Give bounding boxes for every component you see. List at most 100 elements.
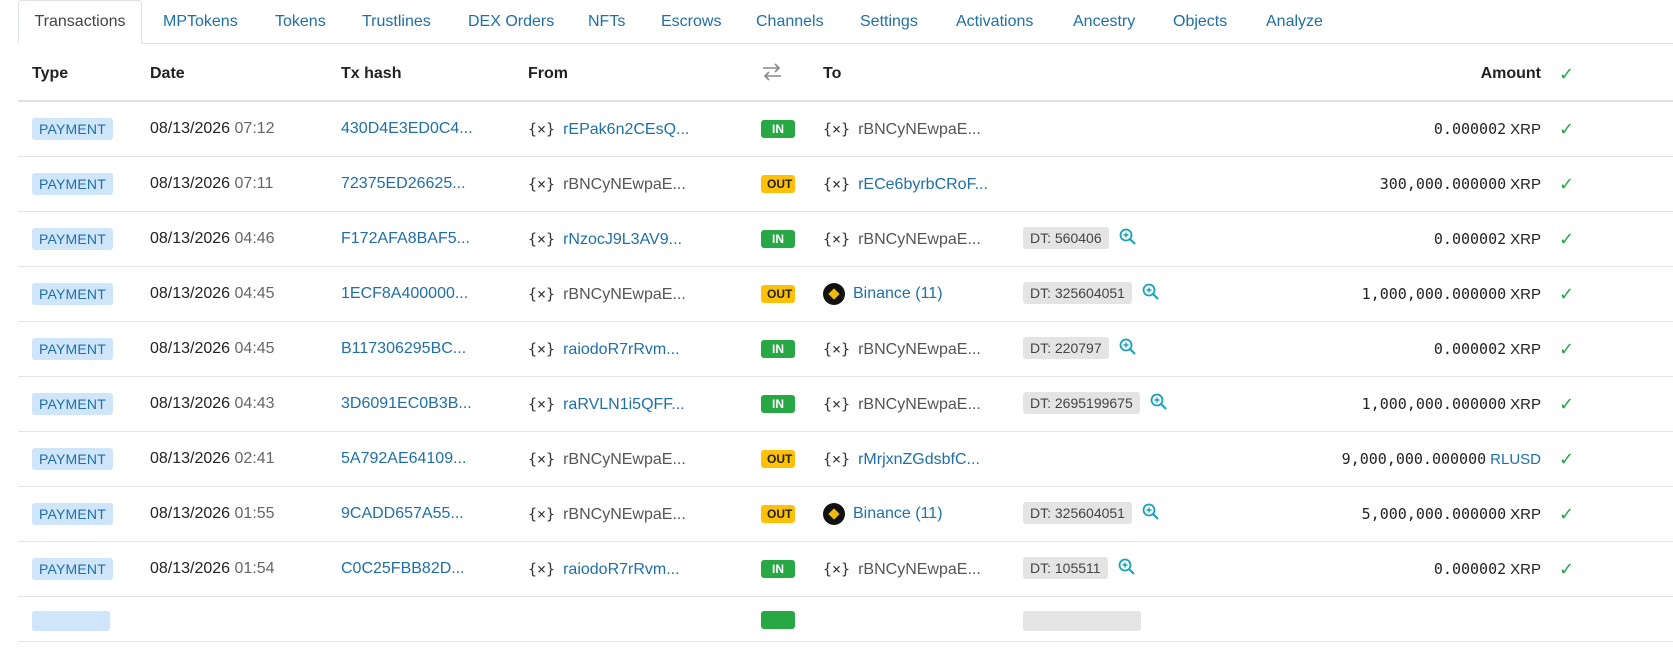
table-row: PAYMENT 08/13/2026 04:45 1ECF8A400000... {×… — [18, 266, 1673, 322]
to-address[interactable]: Binance (11) — [853, 285, 943, 302]
tx-hash-link[interactable]: F172AFA8BAF5... — [341, 230, 470, 247]
xrpl-address-icon: {×} — [823, 229, 851, 248]
magnifier-plus-icon[interactable] — [1142, 283, 1160, 306]
type-badge — [32, 611, 110, 631]
header-type: Type — [18, 48, 150, 102]
xrpl-address-icon: {×} — [823, 394, 851, 413]
checkmark-icon: ✓ — [1541, 266, 1673, 322]
to-address: rBNCyNEwpaE... — [858, 395, 981, 413]
tx-hash-link[interactable]: 430D4E3ED0C4... — [341, 120, 473, 137]
tab-dex-orders[interactable]: DEX Orders — [468, 0, 554, 44]
tx-hash-link[interactable]: 5A792AE64109... — [341, 450, 466, 467]
magnifier-plus-icon[interactable] — [1119, 228, 1137, 251]
direction-badge: OUT — [761, 175, 795, 193]
checkmark-icon: ✓ — [1541, 321, 1673, 377]
tx-hash-link[interactable]: 3D6091EC0B3B... — [341, 395, 472, 412]
tab-escrows[interactable]: Escrows — [661, 0, 721, 44]
destination-tag-badge: DT: 220797 — [1023, 337, 1109, 360]
tab-transactions[interactable]: Transactions — [18, 0, 142, 44]
from-address[interactable]: rNzocJ9L3AV9... — [563, 231, 682, 248]
xrpl-address-icon: {×} — [823, 119, 851, 138]
tab-analyze[interactable]: Analyze — [1266, 0, 1323, 44]
magnifier-plus-icon[interactable] — [1150, 393, 1168, 416]
tx-time: 01:55 — [234, 505, 275, 522]
tab-trustlines[interactable]: Trustlines — [362, 0, 431, 44]
tx-hash-link[interactable]: 9CADD657A55... — [341, 505, 464, 522]
amount-currency: XRP — [1510, 230, 1541, 248]
amount-value: 1,000,000.000000 — [1361, 394, 1507, 413]
header-hash: Tx hash — [341, 48, 528, 102]
tab-ancestry[interactable]: Ancestry — [1073, 0, 1135, 44]
xrpl-address-icon: {×} — [528, 174, 556, 193]
destination-tag-badge: DT: 325604051 — [1023, 502, 1132, 525]
direction-badge: OUT — [761, 450, 795, 468]
tx-time: 07:12 — [234, 120, 275, 137]
amount-value: 9,000,000.000000 — [1341, 449, 1487, 468]
tab-activations[interactable]: Activations — [956, 0, 1033, 44]
tab-settings[interactable]: Settings — [860, 0, 918, 44]
to-address[interactable]: rECe6byrbCRoF... — [858, 176, 988, 193]
xrpl-address-icon: {×} — [528, 339, 556, 358]
tab-tokens[interactable]: Tokens — [275, 0, 326, 44]
amount-value: 0.000002 — [1433, 229, 1507, 248]
tab-mptokens[interactable]: MPTokens — [163, 0, 238, 44]
magnifier-plus-icon[interactable] — [1118, 558, 1136, 581]
table-row-partial — [18, 596, 1673, 642]
direction-badge: IN — [761, 340, 795, 358]
binance-logo-icon — [823, 283, 845, 305]
from-address[interactable]: raiodoR7rRvm... — [563, 341, 679, 358]
direction-badge — [761, 611, 795, 629]
to-address: rBNCyNEwpaE... — [858, 340, 981, 358]
xrpl-address-icon: {×} — [823, 174, 851, 193]
amount-value: 300,000.000000 — [1379, 174, 1507, 193]
table-row: PAYMENT 08/13/2026 04:43 3D6091EC0B3B... {×… — [18, 376, 1673, 432]
table-row: PAYMENT 08/13/2026 01:54 C0C25FBB82D... {×}… — [18, 541, 1673, 597]
tx-hash-link[interactable]: B117306295BC... — [341, 340, 466, 357]
tx-hash-link[interactable]: C0C25FBB82D... — [341, 560, 465, 577]
direction-badge: IN — [761, 395, 795, 413]
from-address[interactable]: rEPak6n2CEsQ... — [563, 121, 689, 138]
xrpl-address-icon: {×} — [528, 394, 556, 413]
swap-arrows-icon[interactable] — [761, 48, 823, 102]
tx-time: 07:11 — [234, 175, 274, 192]
header-amount: Amount — [1173, 48, 1541, 102]
table-row: PAYMENT 08/13/2026 01:55 9CADD657A55... {×}… — [18, 486, 1673, 542]
tx-time: 02:41 — [234, 450, 275, 467]
tx-date: 08/13/2026 — [150, 450, 231, 467]
tx-hash-link[interactable]: 1ECF8A400000... — [341, 285, 468, 302]
magnifier-plus-icon[interactable] — [1119, 338, 1137, 361]
checkmark-icon: ✓ — [1541, 486, 1673, 542]
type-badge: PAYMENT — [32, 228, 113, 250]
amount-currency[interactable]: RLUSD — [1490, 451, 1541, 468]
xrpl-address-icon: {×} — [528, 559, 556, 578]
to-address[interactable]: rMrjxnZGdsbfC... — [858, 451, 980, 468]
magnifier-plus-icon[interactable] — [1142, 503, 1160, 526]
xrpl-address-icon: {×} — [528, 284, 556, 303]
checkmark-icon: ✓ — [1541, 211, 1673, 267]
checkmark-icon: ✓ — [1541, 156, 1673, 212]
table-row: PAYMENT 08/13/2026 07:12 430D4E3ED0C4... {×… — [18, 101, 1673, 157]
tx-hash-link[interactable]: 72375ED26625... — [341, 175, 466, 192]
checkmark-icon: ✓ — [1541, 376, 1673, 432]
from-address[interactable]: raiodoR7rRvm... — [563, 561, 679, 578]
destination-tag-badge: DT: 105511 — [1023, 557, 1108, 580]
amount-currency: XRP — [1510, 120, 1541, 138]
tx-time: 04:43 — [234, 395, 275, 412]
to-address[interactable]: Binance (11) — [853, 505, 943, 522]
amount-currency: XRP — [1510, 285, 1541, 303]
tab-nfts[interactable]: NFTs — [588, 0, 625, 44]
tx-date: 08/13/2026 — [150, 560, 231, 577]
tab-channels[interactable]: Channels — [756, 0, 824, 44]
table-body: PAYMENT 08/13/2026 07:12 430D4E3ED0C4... {×… — [18, 101, 1673, 642]
tab-objects[interactable]: Objects — [1173, 0, 1227, 44]
type-badge: PAYMENT — [32, 448, 113, 470]
tx-date: 08/13/2026 — [150, 230, 231, 247]
checkmark-icon: ✓ — [1541, 541, 1673, 597]
type-badge: PAYMENT — [32, 173, 113, 195]
xrpl-address-icon: {×} — [823, 559, 851, 578]
from-address[interactable]: raRVLN1i5QFF... — [563, 396, 685, 413]
tx-date: 08/13/2026 — [150, 285, 231, 302]
xrpl-address-icon: {×} — [823, 339, 851, 358]
table-row: PAYMENT 08/13/2026 02:41 5A792AE64109... {×… — [18, 431, 1673, 487]
from-address: rBNCyNEwpaE... — [563, 450, 686, 468]
